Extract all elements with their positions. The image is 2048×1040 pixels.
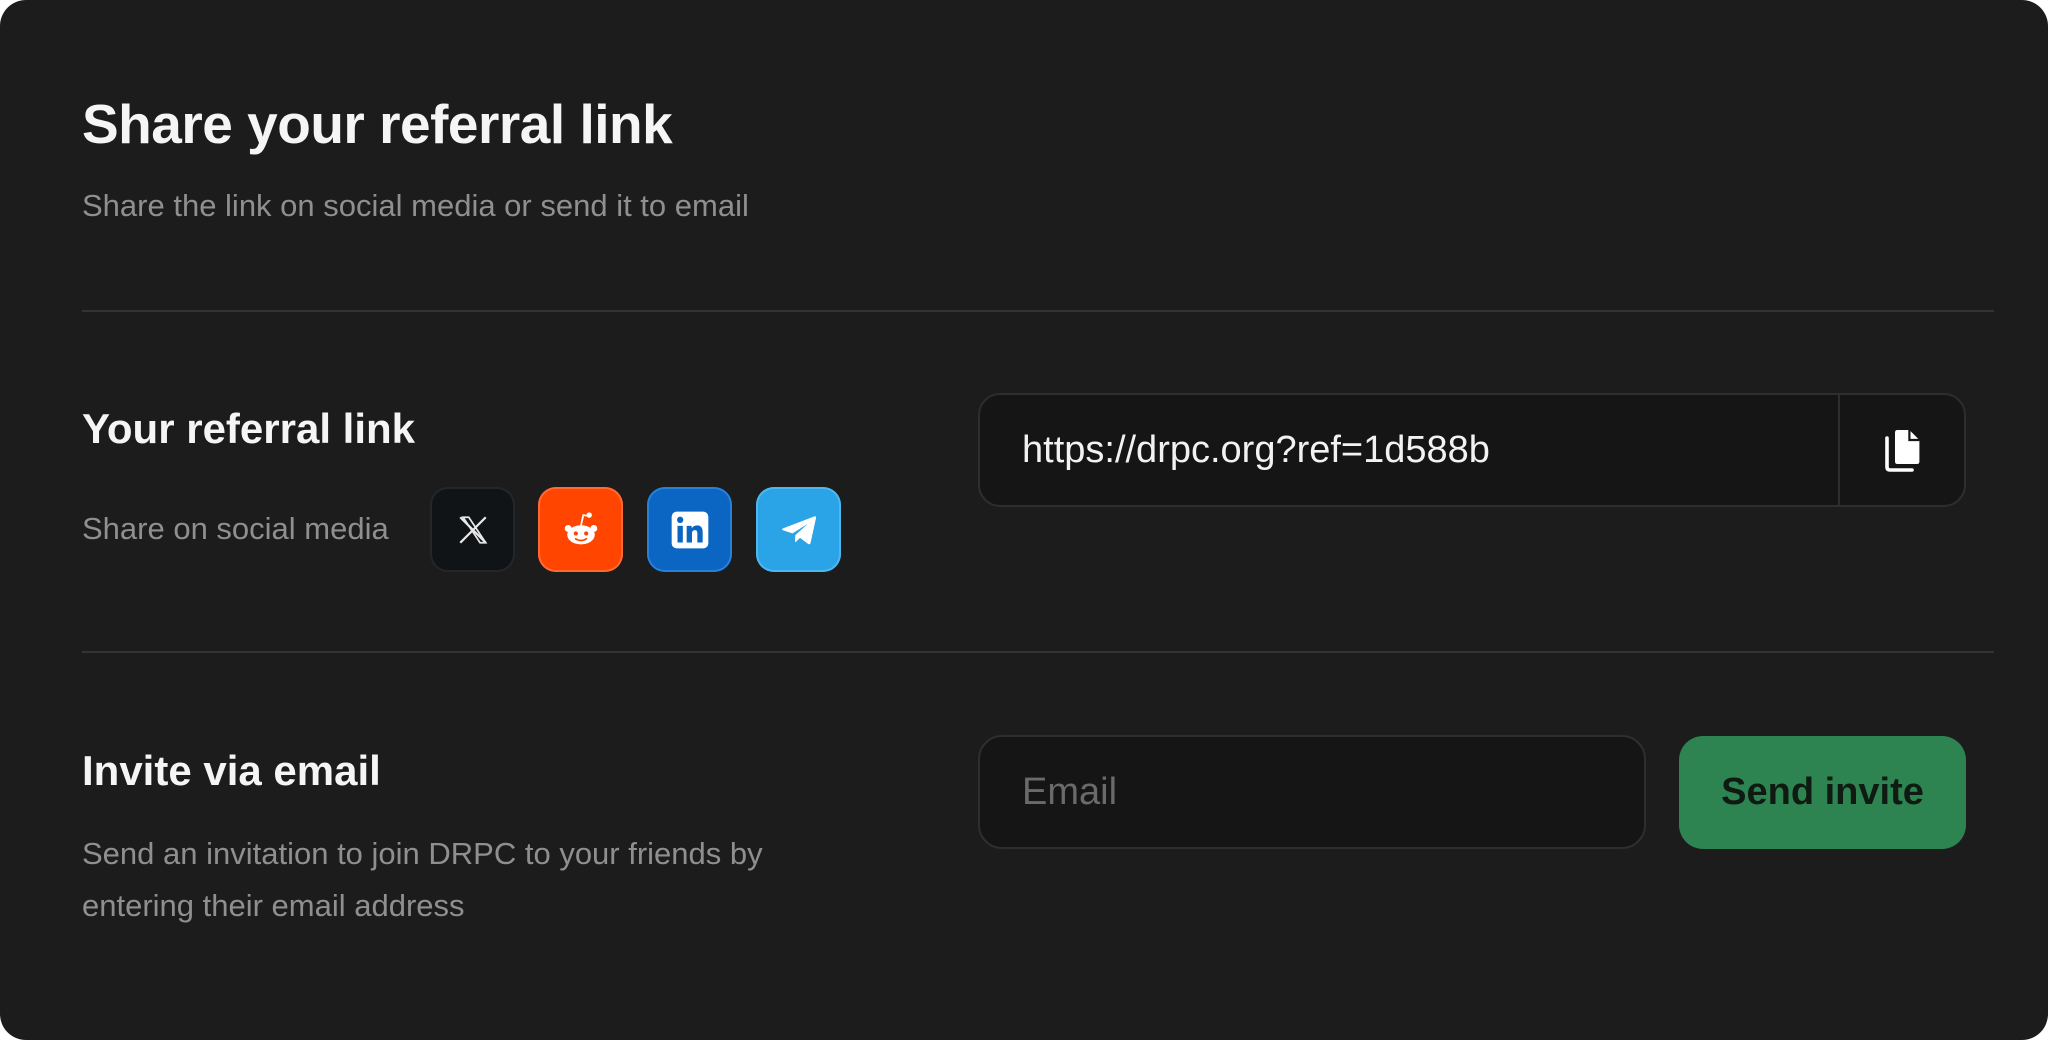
reddit-logo-icon	[564, 511, 597, 544]
share-telegram-button[interactable]	[756, 487, 841, 572]
page-title: Share your referral link	[82, 93, 673, 155]
invite-section-title: Invite via email	[82, 747, 381, 794]
email-field[interactable]	[978, 735, 1646, 849]
x-logo-icon	[458, 515, 487, 544]
referral-link-field[interactable]: https://drpc.org?ref=1d588b	[978, 393, 1966, 507]
divider	[82, 651, 1994, 653]
referral-card: Share your referral link Share the link …	[0, 0, 2048, 1040]
share-reddit-button[interactable]	[538, 487, 623, 572]
divider	[82, 310, 1994, 312]
share-social-label: Share on social media	[82, 511, 389, 546]
copy-icon	[1885, 430, 1920, 472]
referral-section-title: Your referral link	[82, 405, 416, 452]
page-subtitle: Share the link on social media or send i…	[82, 188, 749, 223]
send-invite-button[interactable]: Send invite	[1679, 736, 1966, 849]
linkedin-logo-icon	[671, 511, 708, 548]
share-linkedin-button[interactable]	[647, 487, 732, 572]
telegram-logo-icon	[781, 515, 816, 544]
invite-description: Send an invitation to join DRPC to your …	[82, 836, 763, 923]
share-x-button[interactable]	[430, 487, 515, 572]
copy-link-button[interactable]	[1840, 395, 1966, 505]
referral-link-text[interactable]: https://drpc.org?ref=1d588b	[1022, 424, 1490, 476]
